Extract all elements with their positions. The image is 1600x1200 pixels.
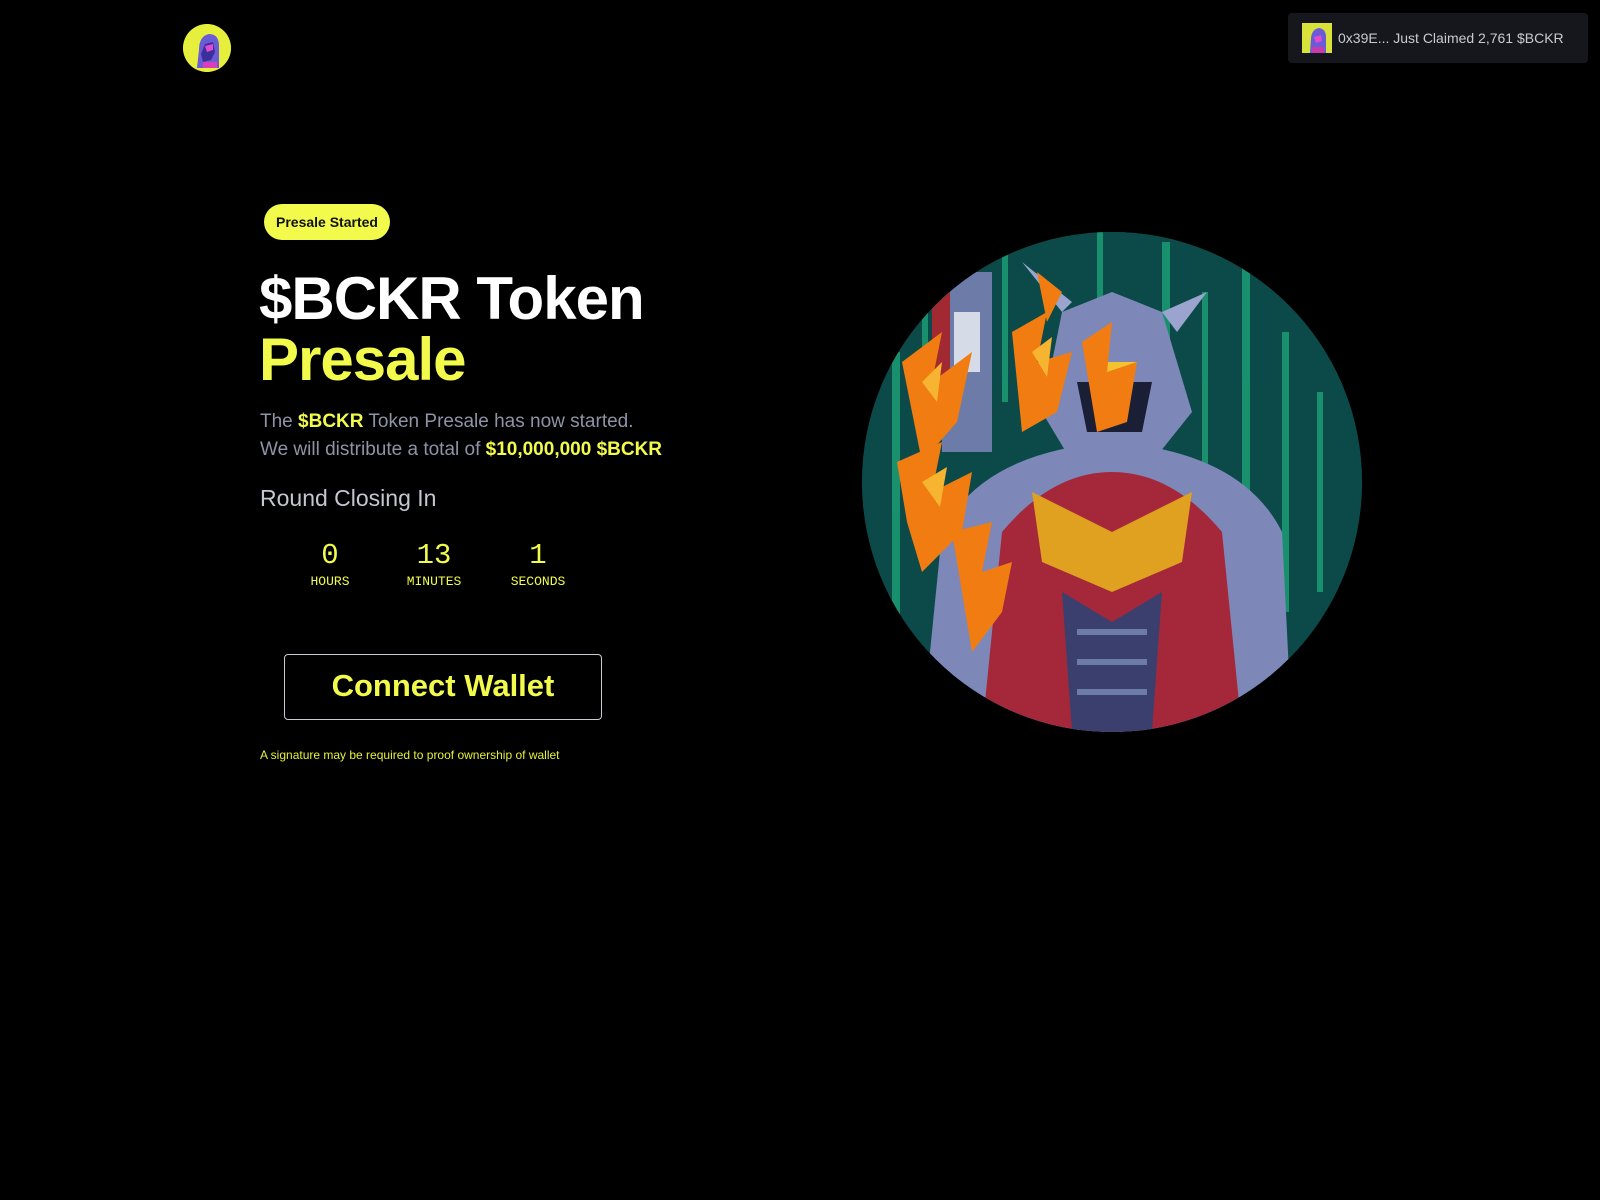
token-symbol: $BCKR (298, 411, 364, 432)
countdown-minutes: 13 MINUTES (382, 540, 486, 590)
distribution-amount: $10,000,000 $BCKR (485, 439, 663, 460)
robot-avatar-icon (1302, 23, 1332, 53)
countdown-value: 0 (321, 539, 339, 572)
countdown-value: 13 (416, 539, 452, 572)
countdown-hours: 0 HOURS (278, 540, 382, 590)
countdown-label: MINUTES (406, 574, 462, 589)
presale-description: The $BCKR Token Presale has now started.… (260, 408, 662, 464)
desc-text: We will distribute a total of (260, 439, 486, 460)
countdown-value: 1 (529, 539, 547, 572)
countdown-label: HOURS (310, 574, 350, 589)
title-line-presale: Presale (259, 326, 467, 393)
robot-avatar-icon (183, 24, 231, 72)
page-title: $BCKR Token Presale (259, 265, 645, 393)
armored-robot-flames-icon (862, 232, 1362, 732)
logo-avatar[interactable] (183, 24, 231, 72)
countdown-timer: 0 HOURS 13 MINUTES 1 SECONDS (278, 540, 590, 590)
hero-image (862, 232, 1362, 732)
title-line-token: $BCKR Token (259, 265, 645, 332)
description-line-2: We will distribute a total of $10,000,00… (260, 436, 662, 464)
desc-text: The (260, 411, 299, 432)
round-closing-label: Round Closing In (260, 485, 437, 511)
claim-notification-toast: 0x39E... Just Claimed 2,761 $BCKR (1288, 13, 1588, 63)
toast-message: 0x39E... Just Claimed 2,761 $BCKR (1338, 30, 1564, 46)
toast-avatar (1302, 23, 1332, 53)
countdown-seconds: 1 SECONDS (486, 540, 590, 590)
connect-wallet-button[interactable]: Connect Wallet (284, 654, 602, 720)
presale-page: 0x39E... Just Claimed 2,761 $BCKR Presal… (0, 0, 1600, 1200)
countdown-label: SECONDS (510, 574, 566, 589)
presale-status-badge: Presale Started (264, 204, 390, 240)
desc-text: Token Presale has now started. (363, 411, 634, 432)
description-line-1: The $BCKR Token Presale has now started. (260, 408, 662, 436)
signature-note: A signature may be required to proof own… (260, 748, 560, 762)
